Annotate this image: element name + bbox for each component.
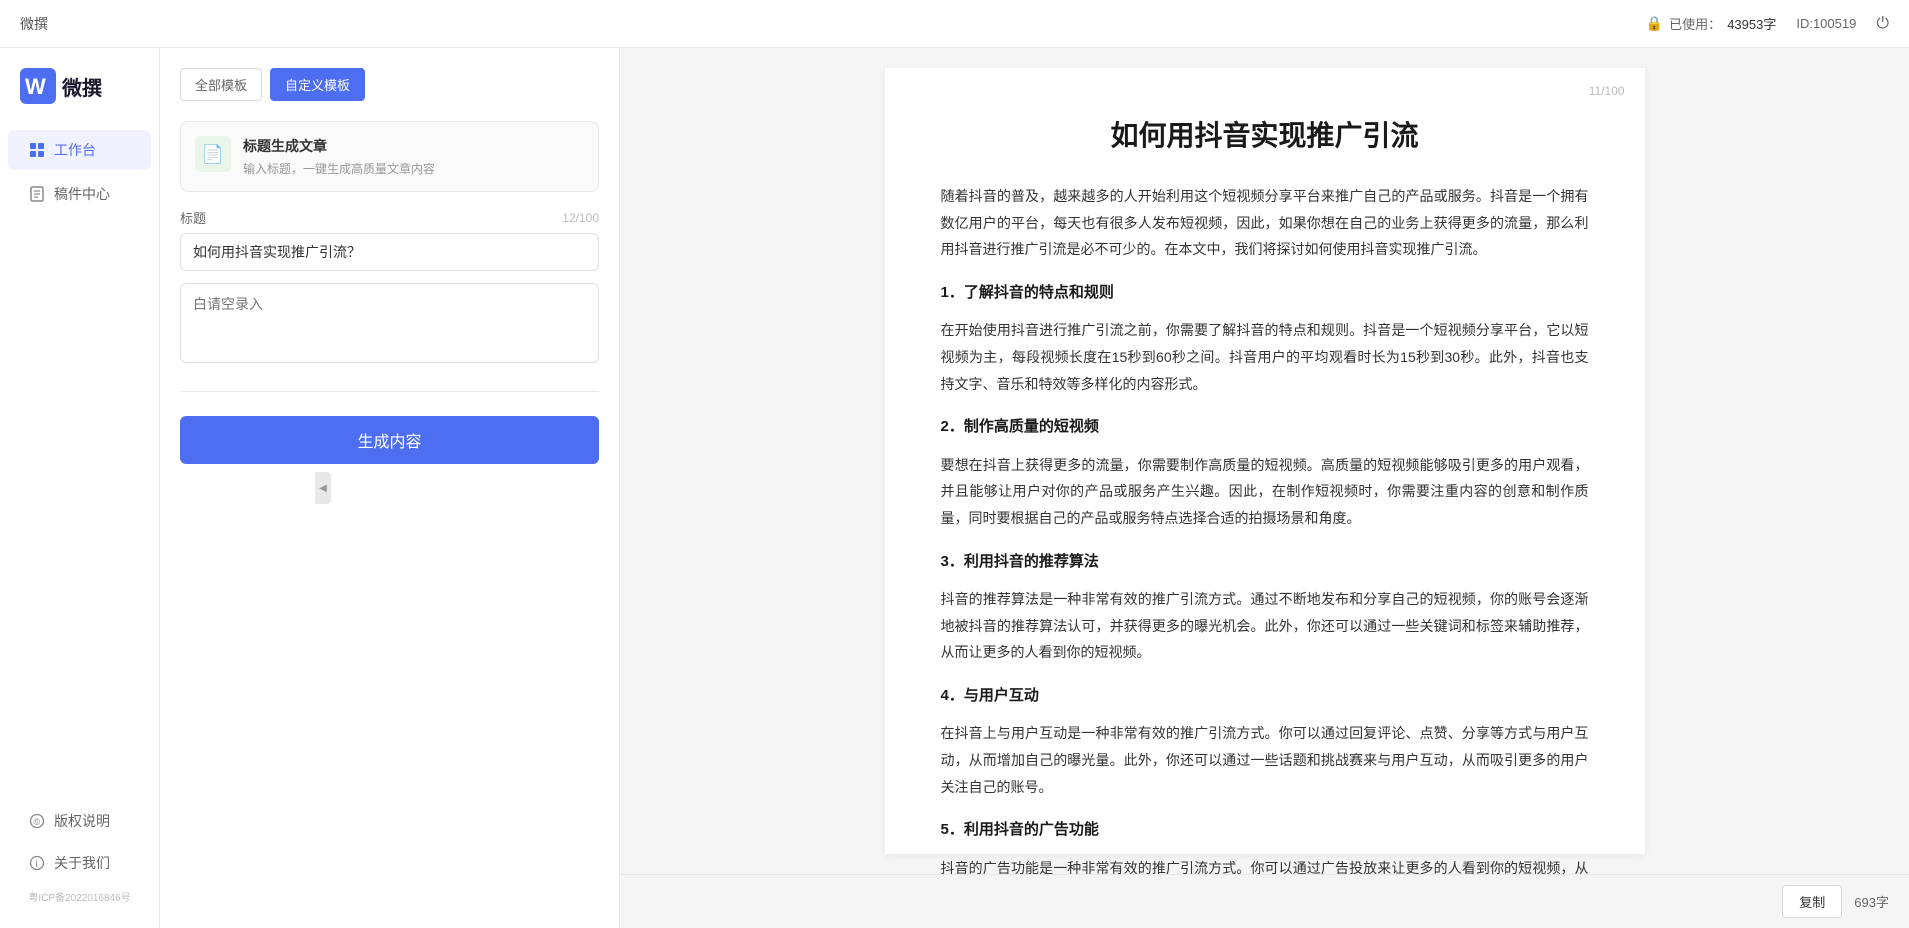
word-count-badge: 693字	[1854, 892, 1889, 911]
logo-area: W 微撰	[0, 68, 159, 128]
template-card-title-article[interactable]: 📄 标题生成文章 输入标题，一键生成高质量文章内容	[180, 121, 599, 192]
sidebar-item-workbench[interactable]: 工作台	[8, 130, 151, 170]
article-section-10: 抖音的广告功能是一种非常有效的推广引流方式。你可以通过广告投放来让更多的人看到你…	[941, 855, 1589, 874]
article-section-8: 在抖音上与用户互动是一种非常有效的推广引流方式。你可以通过回复评论、点赞、分享等…	[941, 720, 1589, 800]
right-panel: 11/100 如何用抖音实现推广引流 随着抖音的普及，越来越多的人开始利用这个短…	[620, 48, 1909, 874]
article-section-3: 2．制作高质量的短视频	[941, 413, 1589, 442]
form-keywords-textarea[interactable]	[180, 283, 599, 363]
article-body: 随着抖音的普及，越来越多的人开始利用这个短视频分享平台来推广自己的产品或服务。抖…	[941, 183, 1589, 874]
copyright-label: 版权说明	[54, 811, 110, 831]
article-section-5: 3．利用抖音的推荐算法	[941, 548, 1589, 577]
template-tabs: 全部模板 自定义模板	[180, 68, 599, 101]
form-title-label-row: 标题 12/100	[180, 208, 599, 227]
form-title-count: 12/100	[562, 211, 599, 225]
usage-label: 已使用：	[1669, 14, 1721, 33]
drafts-icon	[28, 185, 46, 203]
form-title-label: 标题	[180, 208, 206, 227]
topbar-right: 🔒 已使用： 43953字 ID:100519 ⏻	[1646, 14, 1889, 33]
about-icon: i	[28, 854, 46, 872]
article-section-7: 4．与用户互动	[941, 682, 1589, 711]
about-label: 关于我们	[54, 853, 110, 873]
content-area: ◀ 全部模板 自定义模板 📄 标题生成文章 输入标题，一键生成高质量文章内容 标…	[160, 48, 1909, 928]
svg-text:i: i	[36, 859, 38, 870]
sidebar-item-drafts[interactable]: 稿件中心	[8, 174, 151, 214]
generate-button[interactable]: 生成内容	[180, 416, 599, 464]
article-section-0: 随着抖音的普及，越来越多的人开始利用这个短视频分享平台来推广自己的产品或服务。抖…	[941, 183, 1589, 263]
usage-count: 43953字	[1727, 14, 1776, 33]
right-panel-wrapper: 11/100 如何用抖音实现推广引流 随着抖音的普及，越来越多的人开始利用这个短…	[620, 48, 1909, 928]
logout-icon[interactable]: ⏻	[1876, 15, 1889, 33]
main-layout: W 微撰 工作台 稿件中心 © 版权说明	[0, 48, 1909, 928]
logo-text: 微撰	[62, 72, 102, 101]
template-card-description: 输入标题，一键生成高质量文章内容	[243, 160, 435, 177]
sidebar: W 微撰 工作台 稿件中心 © 版权说明	[0, 48, 160, 928]
icp-text: 粤ICP备2022016846号	[0, 885, 159, 908]
form-divider	[180, 391, 599, 392]
article-page-count: 11/100	[1589, 84, 1625, 98]
article-wrapper: 11/100 如何用抖音实现推广引流 随着抖音的普及，越来越多的人开始利用这个短…	[885, 68, 1645, 854]
topbar-id: ID:100519	[1796, 16, 1856, 31]
copy-button[interactable]: 复制	[1782, 885, 1842, 918]
template-card-title: 标题生成文章	[243, 136, 435, 156]
topbar-usage: 🔒 已使用： 43953字	[1646, 14, 1777, 33]
article-section-9: 5．利用抖音的广告功能	[941, 816, 1589, 845]
template-card-info: 标题生成文章 输入标题，一键生成高质量文章内容	[243, 136, 435, 177]
workbench-icon	[28, 141, 46, 159]
template-card-icon: 📄	[195, 136, 231, 172]
article-section-1: 1．了解抖音的特点和规则	[941, 279, 1589, 308]
workbench-label: 工作台	[54, 140, 96, 160]
svg-text:©: ©	[34, 817, 41, 827]
article-section-4: 要想在抖音上获得更多的流量，你需要制作高质量的短视频。高质量的短视频能够吸引更多…	[941, 452, 1589, 532]
drafts-label: 稿件中心	[54, 184, 110, 204]
copyright-icon: ©	[28, 812, 46, 830]
article-section-6: 抖音的推荐算法是一种非常有效的推广引流方式。通过不断地发布和分享自己的短视频，你…	[941, 586, 1589, 666]
article-title: 如何用抖音实现推广引流	[941, 116, 1589, 155]
form-title-input[interactable]	[180, 233, 599, 271]
sidebar-bottom: © 版权说明 i 关于我们 粤ICP备2022016846号	[0, 799, 159, 928]
left-panel: 全部模板 自定义模板 📄 标题生成文章 输入标题，一键生成高质量文章内容 标题 …	[160, 48, 620, 928]
svg-text:W: W	[25, 74, 46, 99]
article-bottom-bar: 复制 693字	[620, 874, 1909, 928]
tab-all-templates[interactable]: 全部模板	[180, 68, 262, 101]
lock-icon: 🔒	[1646, 15, 1663, 32]
topbar: 微撰 🔒 已使用： 43953字 ID:100519 ⏻	[0, 0, 1909, 48]
sidebar-item-copyright[interactable]: © 版权说明	[8, 801, 151, 841]
sidebar-item-about[interactable]: i 关于我们	[8, 843, 151, 883]
article-section-2: 在开始使用抖音进行推广引流之前，你需要了解抖音的特点和规则。抖音是一个短视频分享…	[941, 317, 1589, 397]
tab-custom-templates[interactable]: 自定义模板	[270, 68, 365, 101]
logo-icon: W	[20, 68, 56, 104]
collapse-sidebar-button[interactable]: ◀	[315, 472, 331, 504]
topbar-title: 微撰	[20, 14, 48, 34]
